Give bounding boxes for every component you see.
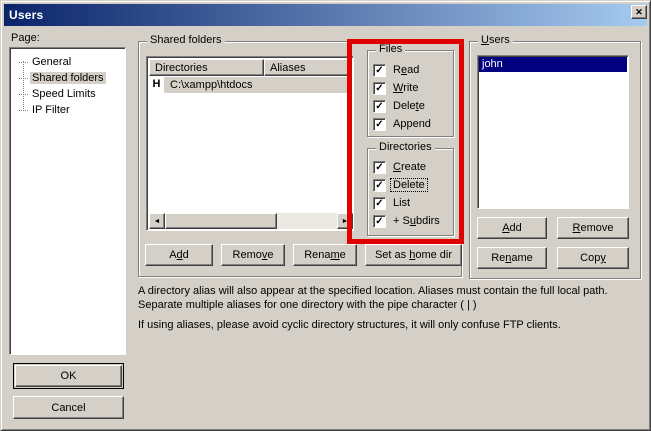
sidebar-item-general[interactable]: General [10,54,125,70]
scroll-right-icon: ► [342,218,349,225]
checkbox-append-box[interactable]: ✓ [373,118,386,131]
checkbox-write-box[interactable]: ✓ [373,82,386,95]
scroll-left-icon: ◄ [154,218,161,225]
user-rename-button[interactable]: Rename [477,247,547,269]
users-dialog: Users ✕ Page: General Shared folders Spe… [0,0,651,431]
check-icon: ✓ [375,216,383,227]
user-add-button[interactable]: Add [477,217,547,239]
checkbox-dir-delete-box[interactable]: ✓ [373,179,386,192]
check-icon: ✓ [375,83,383,94]
table-row[interactable]: H C:\xampp\htdocs [149,77,351,93]
table-header: Directories Aliases [149,59,351,76]
note-paragraph-1: A directory alias will also appear at th… [138,284,646,312]
checkbox-subdirs-box[interactable]: ✓ [373,215,386,228]
sidebar-item-ip-filter[interactable]: IP Filter [10,102,125,118]
checkbox-list-box[interactable]: ✓ [373,197,386,210]
check-icon: ✓ [375,65,383,76]
set-as-home-dir-button[interactable]: Set as home dir [365,244,462,266]
note-paragraph-2: If using aliases, please avoid cyclic di… [138,318,646,332]
folder-rename-button[interactable]: Rename [293,244,357,266]
user-remove-button[interactable]: Remove [557,217,629,239]
checkbox-append[interactable]: ✓ Append [373,117,433,131]
page-label: Page: [11,32,40,44]
scrollbar-thumb[interactable] [165,213,277,229]
ok-button[interactable]: OK [13,363,124,389]
folder-add-button[interactable]: Add [145,244,213,266]
files-caption: Files [376,43,405,55]
check-icon: ✓ [375,198,383,209]
folder-remove-button[interactable]: Remove [221,244,285,266]
column-header-aliases[interactable]: Aliases [264,59,351,76]
check-icon: ✓ [375,180,383,191]
directories-caption: Directories [376,141,435,153]
window-title: Users [4,8,43,22]
page-tree: General Shared folders Speed Limits IP F… [9,47,126,355]
checkbox-file-delete[interactable]: ✓ Delete [373,99,427,113]
tree-stub [19,110,28,111]
checkbox-create-box[interactable]: ✓ [373,161,386,174]
title-bar[interactable]: Users [4,4,647,26]
close-icon: ✕ [635,6,643,18]
checkbox-read-box[interactable]: ✓ [373,64,386,77]
scroll-left-button[interactable]: ◄ [149,213,165,229]
users-list[interactable]: john [477,55,629,209]
check-icon: ✓ [375,162,383,173]
shared-folders-table: Directories Aliases H C:\xampp\htdocs ◄ … [146,56,354,231]
checkbox-list[interactable]: ✓ List [373,196,412,210]
checkbox-read[interactable]: ✓ Read [373,63,421,77]
check-icon: ✓ [375,119,383,130]
shared-folders-caption: Shared folders [147,34,225,46]
checkbox-subdirs[interactable]: ✓ + Subdirs [373,214,442,228]
cancel-button[interactable]: Cancel [13,396,124,419]
sidebar-item-speed-limits[interactable]: Speed Limits [10,86,125,102]
checkbox-dir-delete[interactable]: ✓ Delete [373,178,427,192]
scroll-right-button[interactable]: ► [337,213,353,229]
check-icon: ✓ [375,101,383,112]
tree-stub [19,78,28,79]
users-caption: Users [478,34,513,46]
checkbox-create[interactable]: ✓ Create [373,160,428,174]
checkbox-write[interactable]: ✓ Write [373,81,420,95]
user-copy-button[interactable]: Copy [557,247,629,269]
tree-stub [19,94,28,95]
horizontal-scrollbar[interactable]: ◄ ► [149,213,353,229]
column-header-directories[interactable]: Directories [149,59,264,76]
checkbox-file-delete-box[interactable]: ✓ [373,100,386,113]
alias-notes: A directory alias will also appear at th… [138,284,646,338]
sidebar-item-shared-folders[interactable]: Shared folders [10,70,125,86]
tree-stub [19,62,28,63]
close-button[interactable]: ✕ [631,5,647,19]
home-dir-marker: H [149,77,164,93]
scrollbar-track[interactable] [277,213,337,229]
list-item-john[interactable]: john [479,57,627,72]
directory-path: C:\xampp\htdocs [164,79,253,91]
